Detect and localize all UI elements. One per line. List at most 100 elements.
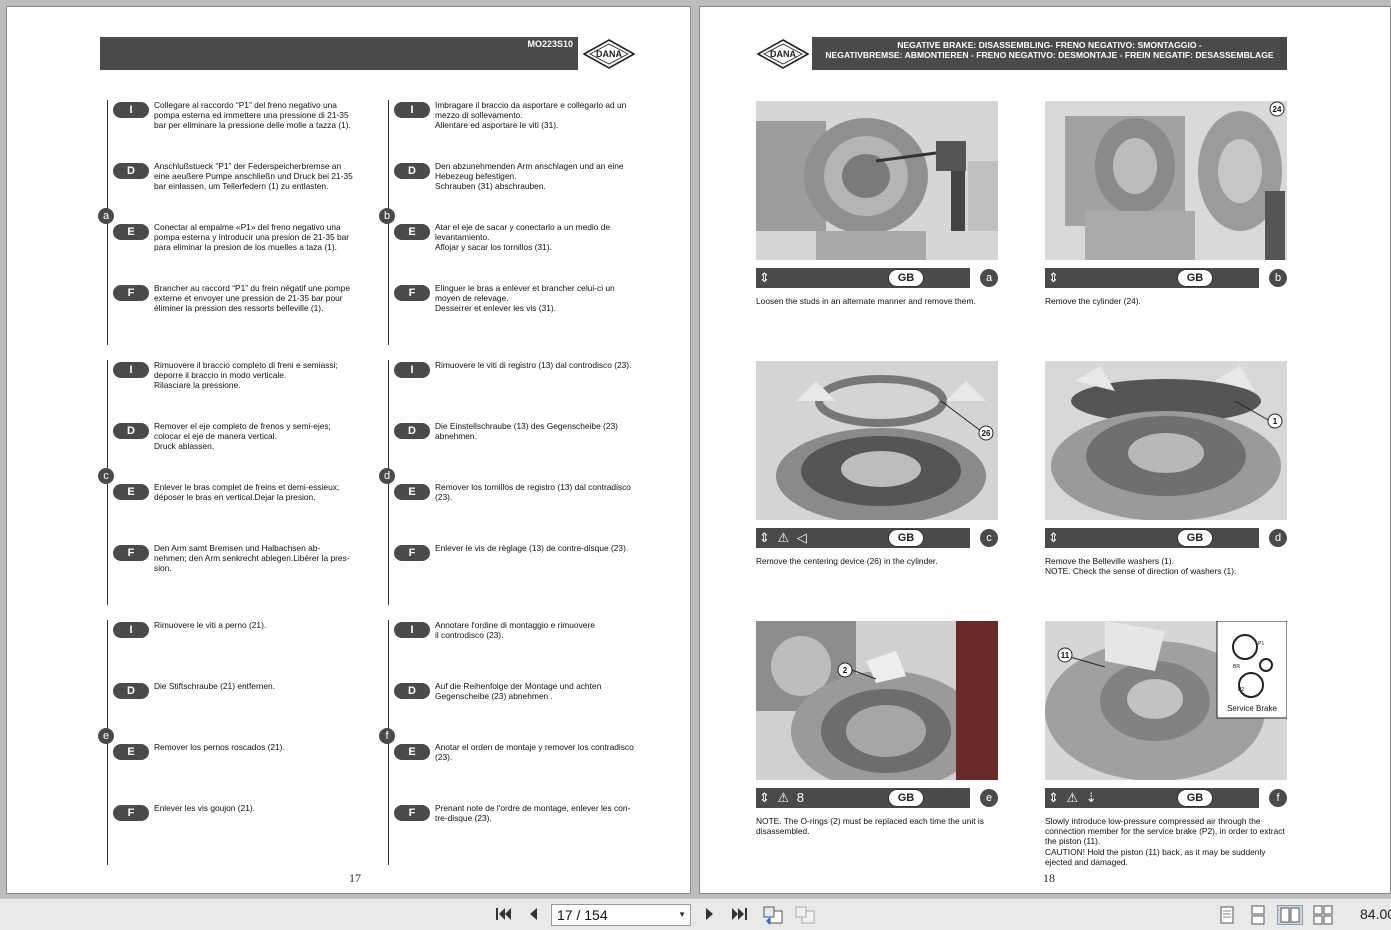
instruction-text: Rimuovere il braccio completo di freni e… bbox=[154, 360, 338, 391]
previous-view-icon bbox=[763, 906, 783, 925]
dana-logo-text: DANA bbox=[770, 49, 796, 59]
language-badge: E bbox=[394, 224, 430, 240]
two-page-continuous-button[interactable] bbox=[1311, 905, 1335, 925]
instruction-text: Remover los pernos roscados (21). bbox=[154, 742, 285, 752]
language-badge: E bbox=[113, 224, 149, 240]
language-badge: I bbox=[113, 362, 149, 378]
language-badge: I bbox=[394, 622, 430, 638]
step-icons: ⇕ ⚠ 8 bbox=[759, 790, 807, 805]
photo-illustration: 1 bbox=[1045, 361, 1287, 520]
step-photo-a bbox=[756, 101, 998, 260]
two-page-continuous-icon bbox=[1313, 905, 1333, 925]
page-title-line-2: NEGATIVBREMSE: ABMONTIEREN - FRENO NEGAT… bbox=[825, 50, 1274, 60]
language-badge: F bbox=[394, 285, 430, 301]
language-badge-gb: GB bbox=[1177, 529, 1213, 547]
chevron-down-icon[interactable]: ▼ bbox=[678, 905, 686, 925]
block-letter-d: d bbox=[379, 468, 395, 484]
instruction-block-b: b I Imbragare il braccio da asportare e co… bbox=[379, 100, 658, 350]
two-page-icon bbox=[1280, 907, 1300, 923]
step-icons: ⇕ bbox=[1048, 270, 1061, 285]
photo-illustration: 2 bbox=[756, 621, 998, 780]
callout-number: 11 bbox=[1061, 651, 1070, 660]
language-badge: D bbox=[394, 683, 430, 699]
previous-view-button[interactable] bbox=[761, 905, 785, 925]
page-number-field[interactable]: 17 / 154 ▼ bbox=[551, 904, 691, 926]
instruction-text: Rimuovere le viti a perno (21). bbox=[154, 620, 267, 630]
step-icon-strip: ⇕ ⚠ ⇣ GB bbox=[1045, 788, 1259, 808]
block-letter-a: a bbox=[98, 208, 114, 224]
step-letter-b: b bbox=[1269, 269, 1287, 287]
step-icon-strip: ⇕ GB bbox=[1045, 268, 1259, 288]
two-page-view-button[interactable] bbox=[1277, 905, 1303, 925]
prev-page-button[interactable] bbox=[524, 905, 542, 925]
instruction-block-a: a I Collegare al raccordo “P1” del freno n… bbox=[98, 100, 377, 350]
callout-number: 26 bbox=[982, 429, 991, 438]
step-icon-strip: ⇕ GB bbox=[756, 268, 970, 288]
instruction-text: Den Arm samt Bremsen und Halbachsen ab- … bbox=[154, 543, 350, 574]
instruction-text: Den abzunehmenden Arm anschlagen und an … bbox=[435, 161, 624, 192]
procedure-step-e: 2 ⇕ ⚠ 8 GB e NOTE. The O-rings (2) must be r… bbox=[756, 621, 1001, 881]
language-badge: D bbox=[113, 163, 149, 179]
instruction-block-d: d I Rimuovere le viti di registro (13) dal… bbox=[379, 360, 658, 610]
dana-logo-icon: DANA bbox=[757, 39, 809, 69]
step-letter-a: a bbox=[980, 269, 998, 287]
step-icon-strip: ⇕ ⚠ 8 GB bbox=[756, 788, 970, 808]
language-badge: D bbox=[394, 423, 430, 439]
inset-port-label: P1 bbox=[1258, 641, 1264, 647]
instruction-text: Enlever les vis goujon (21). bbox=[154, 803, 256, 813]
callout-number: 24 bbox=[1273, 105, 1282, 114]
procedure-step-b: 24 ⇕ GB b Remove the cylinder (24). bbox=[1045, 101, 1290, 361]
next-view-button[interactable] bbox=[793, 905, 817, 925]
procedure-step-f: 11 P1 BR P2 Service Brake ⇕ ⚠ ⇣ GB f Slowly intr… bbox=[1045, 621, 1290, 881]
step-photo-d: 1 bbox=[1045, 361, 1287, 520]
instruction-text: Conectar al empalme «P1» del freno negat… bbox=[154, 222, 350, 253]
step-icons: ⇕ ⚠ ◁ bbox=[759, 530, 809, 545]
instruction-text: Die Stiftschraube (21) entfernen. bbox=[154, 681, 276, 691]
next-page-button[interactable] bbox=[701, 905, 719, 925]
instruction-text: Elinguer le bras a enlever et brancher c… bbox=[435, 283, 615, 314]
photo-illustration bbox=[756, 101, 998, 260]
instruction-text: Remover los tornillos de registro (13) d… bbox=[435, 482, 631, 503]
last-page-icon bbox=[732, 908, 747, 920]
instruction-text: Auf die Reihenfolge der Montage und acht… bbox=[435, 681, 602, 702]
last-page-button[interactable] bbox=[729, 905, 751, 925]
step-icons: ⇕ bbox=[759, 270, 772, 285]
step-icon-strip: ⇕ ⚠ ◁ GB bbox=[756, 528, 970, 548]
inset-label: Service Brake bbox=[1227, 704, 1277, 713]
step-letter-c: c bbox=[980, 529, 998, 547]
instruction-text: Brancher au raccord “P1” du frein négati… bbox=[154, 283, 350, 314]
language-badge: F bbox=[394, 545, 430, 561]
instruction-text: Annotare l'ordine di montaggio e rimuove… bbox=[435, 620, 595, 641]
single-page-icon bbox=[1220, 906, 1234, 924]
step-letter-e: e bbox=[980, 789, 998, 807]
language-badge-gb: GB bbox=[1177, 789, 1213, 807]
language-badge: D bbox=[394, 163, 430, 179]
first-page-button[interactable] bbox=[493, 905, 513, 925]
instruction-text: Atar el eje de sacar y conectarlo a un m… bbox=[435, 222, 611, 253]
step-icons: ⇕ ⚠ ⇣ bbox=[1048, 790, 1099, 805]
step-photo-c: 26 bbox=[756, 361, 998, 520]
instruction-block-e: e I Rimuovere le viti a perno (21). D Die St… bbox=[98, 620, 377, 870]
instruction-text: Imbragare il braccio da asportare e coll… bbox=[435, 100, 627, 131]
language-badge: E bbox=[113, 744, 149, 760]
instruction-text: Anotar el orden de montaje y remover los… bbox=[435, 742, 634, 763]
dana-logo-icon: DANA bbox=[583, 39, 635, 69]
single-page-view-button[interactable] bbox=[1217, 905, 1237, 925]
right-header-bar: NEGATIVE BRAKE: DISASSEMBLING- FRENO NEG… bbox=[812, 37, 1287, 70]
continuous-page-icon bbox=[1251, 905, 1265, 925]
procedure-step-a: ⇕ GB a Loosen the studs in an alternate man… bbox=[756, 101, 1001, 361]
instruction-block-c: c I Rimuovere il braccio completo di freni… bbox=[98, 360, 377, 610]
language-badge: D bbox=[113, 683, 149, 699]
block-letter-b: b bbox=[379, 208, 395, 224]
block-letter-e: e bbox=[98, 728, 114, 744]
instruction-text: Enlever le bras complet de freins et dem… bbox=[154, 482, 340, 503]
zoom-level[interactable]: 84.00 bbox=[1360, 906, 1391, 922]
page-number-value: 17 / 154 bbox=[557, 907, 608, 923]
manual-code: MO223S10 bbox=[527, 39, 573, 49]
step-description: Remove the cylinder (24). bbox=[1045, 296, 1141, 306]
language-badge-gb: GB bbox=[888, 789, 924, 807]
instruction-text: Remover el eje completo de frenos y semi… bbox=[154, 421, 331, 452]
continuous-view-button[interactable] bbox=[1248, 905, 1268, 925]
procedure-step-c: 26 ⇕ ⚠ ◁ GB c Remove the centering device (2… bbox=[756, 361, 1001, 621]
language-badge: E bbox=[113, 484, 149, 500]
